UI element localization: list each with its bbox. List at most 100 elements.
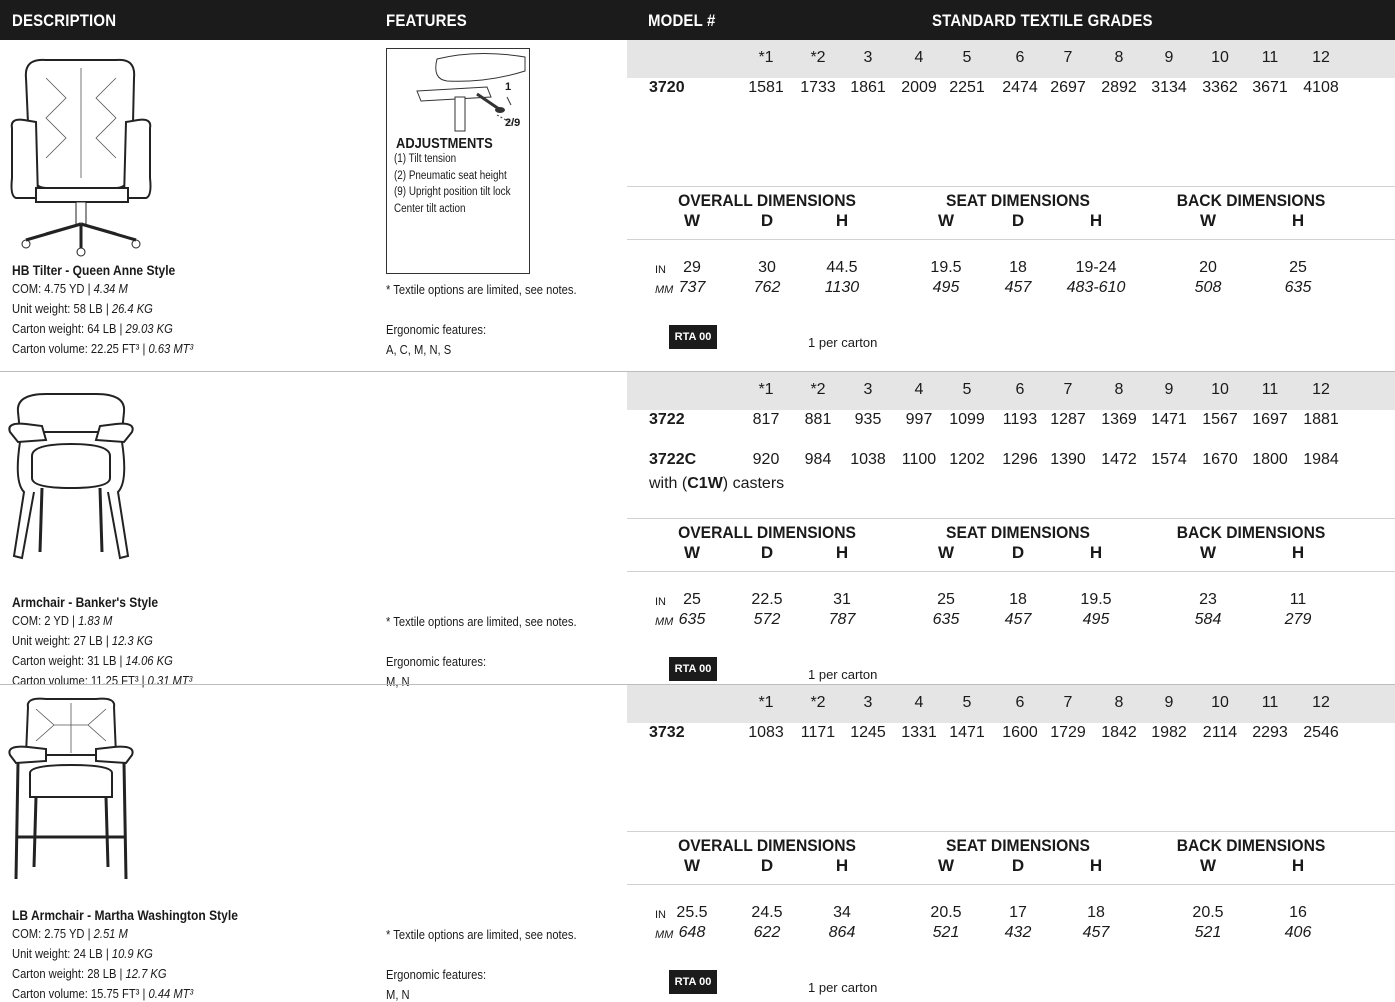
dim-group-header-overall: OVERALL DIMENSIONS [678, 523, 856, 542]
price-cell: 2892 [1101, 79, 1137, 96]
dim-value-mm: 457 [1004, 279, 1032, 296]
dim-value-in: 20.5 [930, 904, 962, 921]
spec-text: Carton volume: 11.25 FT³ | [12, 673, 148, 688]
dim-value-mm: 495 [932, 279, 960, 296]
divider [627, 831, 1395, 832]
price-cell: 3671 [1252, 79, 1288, 96]
subtitle-post: ) casters [722, 475, 785, 492]
price-cell: 1472 [1101, 451, 1137, 468]
dim-value-mm: 787 [828, 611, 856, 628]
grade-label: *2 [810, 694, 826, 711]
grade-label: 7 [1063, 381, 1073, 398]
price-cell: 1038 [850, 451, 886, 468]
grade-label: 12 [1312, 49, 1330, 66]
price-cell: 1729 [1050, 724, 1086, 741]
dim-group-header-back: BACK DIMENSIONS [1176, 191, 1326, 210]
dim-col-label: D [760, 543, 774, 562]
dim-value-mm: 521 [932, 924, 960, 941]
price-cell: 3362 [1202, 79, 1238, 96]
dim-group-header-seat: SEAT DIMENSIONS [946, 523, 1090, 542]
grade-label: *2 [810, 381, 826, 398]
dim-value-in: 29 [683, 259, 701, 276]
dim-col-label: H [835, 211, 849, 230]
dim-col-label: D [1011, 543, 1025, 562]
header-features: FEATURES [386, 11, 467, 30]
dim-group-header-seat: SEAT DIMENSIONS [946, 836, 1090, 855]
per-carton-text: 1 per carton [808, 980, 878, 995]
callout-2-9: 2/9 [505, 117, 521, 129]
dim-value-in: 11 [1289, 591, 1307, 608]
dim-col-label: W [1199, 211, 1217, 230]
dim-col-label: D [1011, 211, 1025, 230]
dim-value-in: 19.5 [930, 259, 962, 276]
product-spec-line: Unit weight: 58 LB | 26.4 KG [12, 301, 153, 316]
price-cell: 1471 [1151, 411, 1187, 428]
grade-label: 3 [863, 694, 873, 711]
grade-header-bar: *1 *2 3 4 5 6 7 8 9 10 11 12 [627, 372, 1395, 410]
dim-value-in: 18 [1087, 904, 1105, 921]
unit-in-label: IN [655, 596, 666, 608]
grade-label: 12 [1312, 381, 1330, 398]
dim-col-label: H [1089, 211, 1103, 230]
grade-label: 12 [1312, 694, 1330, 711]
dim-value-mm: 737 [678, 279, 706, 296]
price-cell: 1567 [1202, 411, 1238, 428]
grade-label: 6 [1015, 381, 1025, 398]
dim-group-header-overall: OVERALL DIMENSIONS [678, 836, 856, 855]
dim-value-mm: 508 [1194, 279, 1222, 296]
dim-value-in: 24.5 [751, 904, 783, 921]
grade-label: 9 [1164, 694, 1174, 711]
price-cell: 984 [804, 451, 832, 468]
dim-value-in: 20 [1199, 259, 1217, 276]
price-cell: 1982 [1151, 724, 1187, 741]
price-cell: 1390 [1050, 451, 1086, 468]
ergonomic-label: Ergonomic features: [386, 654, 487, 669]
dim-value-mm: 572 [753, 611, 781, 628]
spec-metric: 4.34 M [93, 281, 128, 296]
rta-badge: RTA 00 [669, 657, 717, 681]
dim-value-mm: 279 [1284, 611, 1312, 628]
dim-value-in: 17 [1009, 904, 1027, 921]
dim-value-in: 18 [1009, 259, 1027, 276]
grade-label: 7 [1063, 49, 1073, 66]
dim-col-label: H [835, 856, 849, 875]
spec-text: Unit weight: 58 LB | [12, 301, 112, 316]
grade-label: 11 [1261, 49, 1279, 66]
price-cell: 1287 [1050, 411, 1086, 428]
dim-col-label: D [1011, 856, 1025, 875]
grade-label: 9 [1164, 49, 1174, 66]
spec-metric: 1.83 M [78, 613, 113, 628]
grade-label: 4 [914, 694, 924, 711]
grade-label: 10 [1211, 381, 1229, 398]
price-cell: 1296 [1002, 451, 1038, 468]
dim-col-label: H [1291, 211, 1305, 230]
grade-label: *1 [758, 49, 774, 66]
grade-label: 3 [863, 49, 873, 66]
ergonomic-values: M, N [386, 987, 410, 1002]
unit-mm-label: MM [655, 929, 674, 941]
chair-illustration [6, 697, 136, 887]
dim-value-in: 34 [833, 904, 851, 921]
dim-value-mm: 406 [1284, 924, 1312, 941]
spec-text: Unit weight: 27 LB | [12, 633, 112, 648]
grade-label: 5 [962, 381, 972, 398]
price-cell: 1245 [850, 724, 886, 741]
dim-value-in: 19-24 [1075, 259, 1117, 276]
price-cell: 1202 [949, 451, 985, 468]
dim-value-mm: 584 [1194, 611, 1222, 628]
price-cell: 1574 [1151, 451, 1187, 468]
grade-label: 4 [914, 381, 924, 398]
price-cell: 1984 [1303, 451, 1339, 468]
dim-value-mm: 483-610 [1066, 279, 1126, 296]
dim-value-in: 30 [758, 259, 776, 276]
product-spec-line: Unit weight: 24 LB | 10.9 KG [12, 946, 153, 961]
price-cell: 1600 [1002, 724, 1038, 741]
product-spec-line: COM: 2 YD | 1.83 M [12, 613, 112, 628]
subtitle-code: C1W [687, 475, 723, 492]
grade-label: *1 [758, 381, 774, 398]
model-subtitle: with (C1W) casters [649, 475, 784, 493]
product-spec-line: Carton weight: 64 LB | 29.03 KG [12, 321, 173, 336]
spec-text: Carton volume: 15.75 FT³ | [12, 986, 149, 1001]
spec-text: COM: 2.75 YD | [12, 926, 94, 941]
divider [627, 239, 1395, 240]
